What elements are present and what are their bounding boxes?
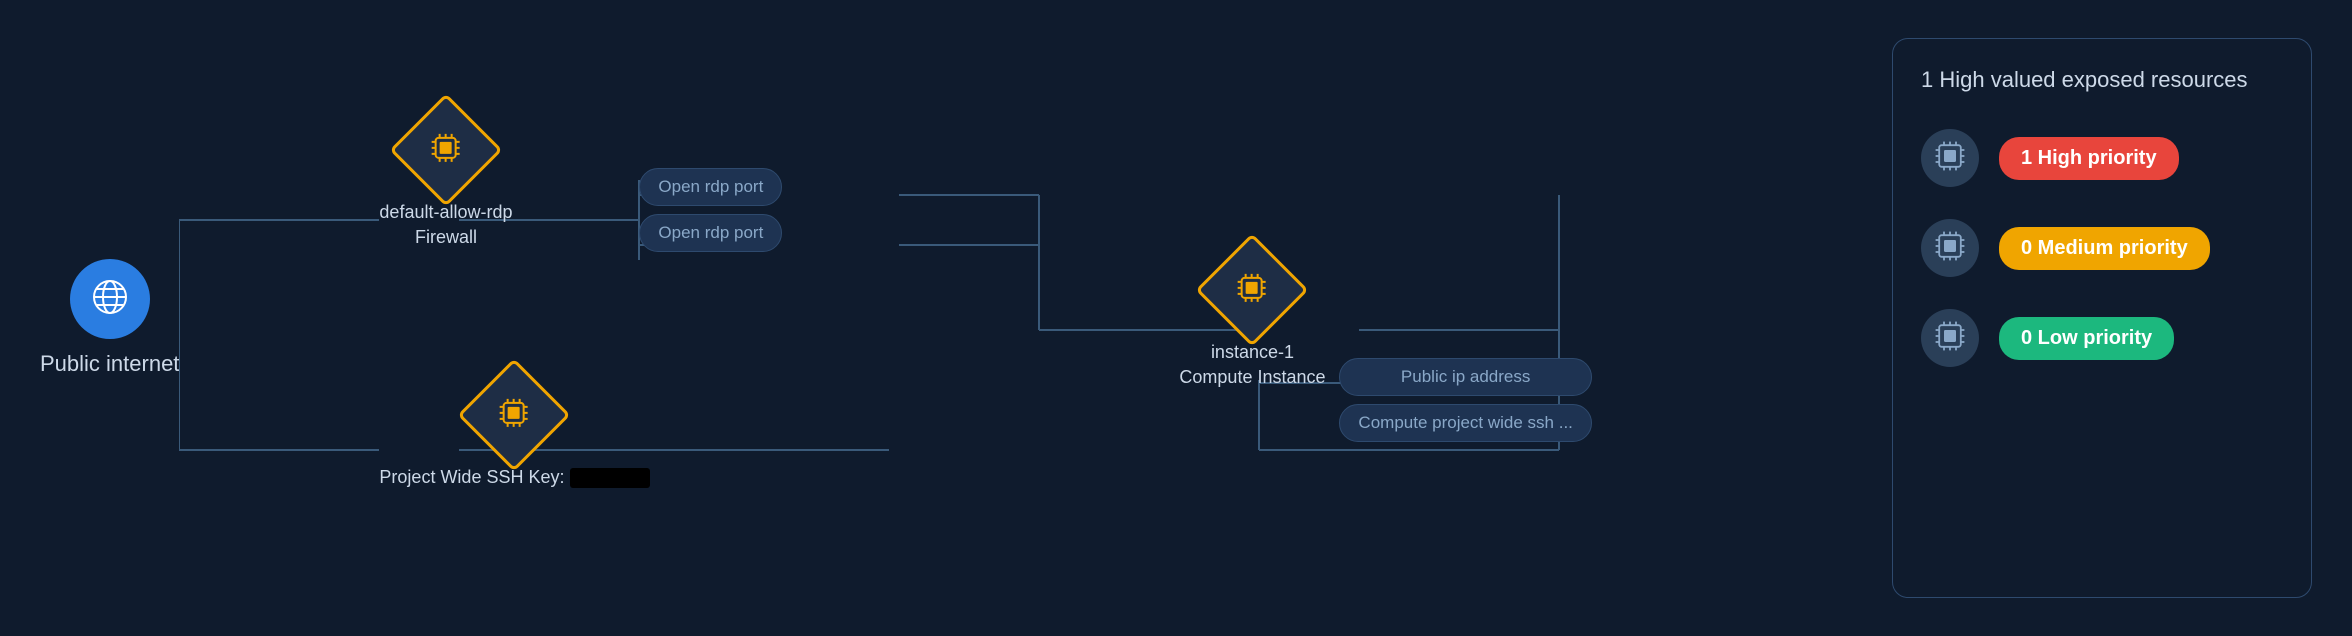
rdp-pills: Open rdp port Open rdp port: [639, 168, 782, 252]
compute-label: instance-1 Compute Instance: [1179, 340, 1325, 390]
firewall-diamond: [389, 93, 502, 206]
public-internet-label: Public internet: [40, 351, 179, 377]
medium-priority-circle: [1921, 219, 1979, 277]
firewall-diamond-inner: [428, 130, 464, 171]
chip-icon-firewall: [428, 130, 464, 171]
firewall-node: default-allow-rdp Firewall: [379, 110, 512, 250]
globe-icon: [90, 277, 130, 322]
compute-node: instance-1 Compute Instance: [1179, 250, 1325, 390]
public-internet-node: Public internet: [40, 259, 179, 377]
compute-ssh-pill: Compute project wide ssh ...: [1339, 404, 1591, 442]
medium-priority-row: 0 Medium priority: [1921, 219, 2283, 277]
compute-pills: Public ip address Compute project wide s…: [1339, 358, 1591, 442]
chip-icon-low: [1932, 318, 1968, 359]
public-internet-circle: [70, 259, 150, 339]
chip-icon-compute: [1234, 270, 1270, 311]
low-priority-badge[interactable]: 0 Low priority: [1999, 317, 2174, 360]
panel-title: 1 High valued exposed resources: [1921, 67, 2283, 93]
chip-icon-ssh: [496, 395, 532, 436]
ssh-key-diamond-inner: [496, 395, 532, 436]
high-priority-row: 1 High priority: [1921, 129, 2283, 187]
chip-icon-medium: [1932, 228, 1968, 269]
low-priority-row: 0 Low priority: [1921, 309, 2283, 367]
chip-icon-high: [1932, 138, 1968, 179]
main-container: Public internet: [0, 0, 2352, 636]
graph-area: default-allow-rdp Firewall Open rdp port…: [179, 20, 1872, 616]
compute-diamond: [1196, 233, 1309, 346]
rdp-pill-1: Open rdp port: [639, 168, 782, 206]
medium-priority-badge[interactable]: 0 Medium priority: [1999, 227, 2210, 270]
ssh-key-node: Project Wide SSH Key:: [379, 375, 649, 490]
redacted-value: [570, 468, 650, 488]
ssh-key-diamond: [458, 358, 571, 471]
public-ip-pill: Public ip address: [1339, 358, 1591, 396]
compute-diamond-inner: [1234, 270, 1270, 311]
low-priority-circle: [1921, 309, 1979, 367]
high-priority-circle: [1921, 129, 1979, 187]
right-panel: 1 High valued exposed resources: [1892, 38, 2312, 598]
high-priority-badge[interactable]: 1 High priority: [1999, 137, 2179, 180]
firewall-label: default-allow-rdp Firewall: [379, 200, 512, 250]
rdp-pill-2: Open rdp port: [639, 214, 782, 252]
